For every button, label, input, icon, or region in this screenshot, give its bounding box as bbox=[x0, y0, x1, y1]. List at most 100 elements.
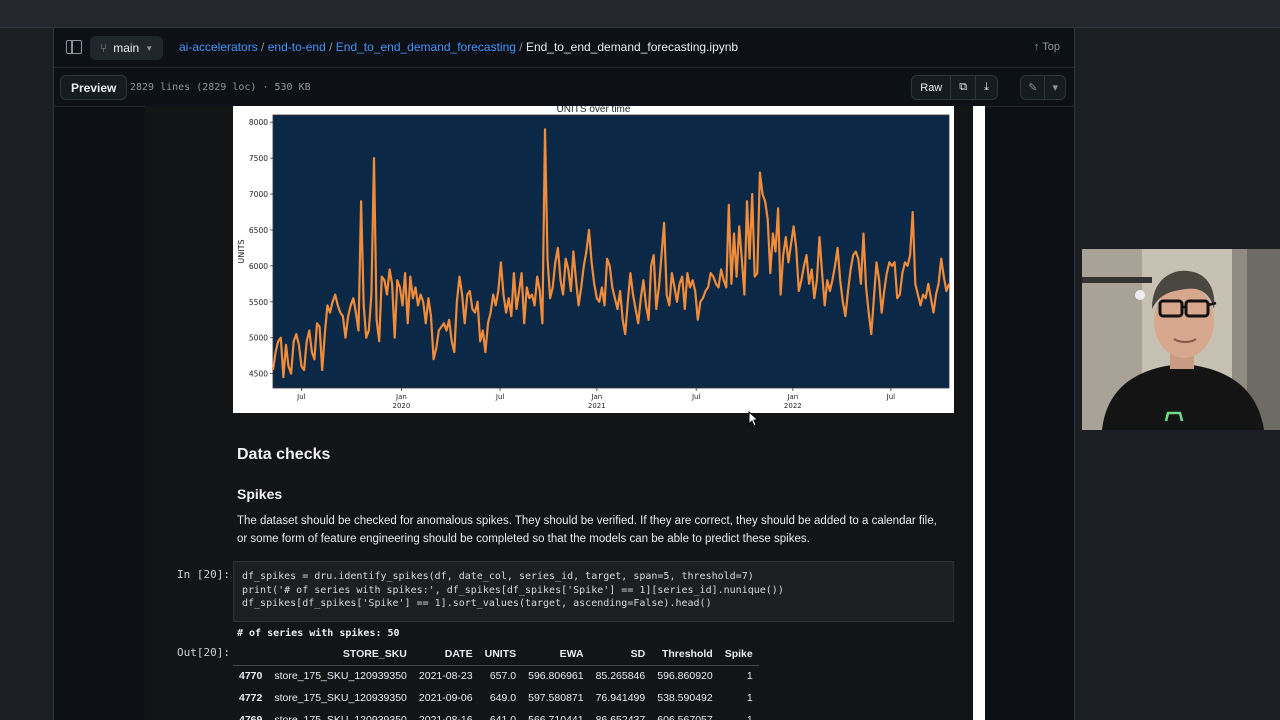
sidebar-toggle-icon[interactable] bbox=[66, 40, 82, 54]
x-tick-year-label: 2020 bbox=[393, 402, 411, 410]
code-line: df_spikes[df_spikes['Spike'] == 1].sort_… bbox=[242, 598, 712, 609]
column-header: Spike bbox=[718, 643, 759, 666]
breadcrumb: ai-accelerators / end-to-end / End_to_en… bbox=[179, 40, 738, 54]
breadcrumb-link-repo[interactable]: ai-accelerators bbox=[179, 40, 258, 54]
y-tick-label: 6000 bbox=[249, 262, 268, 271]
table-cell: 596.806961 bbox=[528, 670, 584, 683]
input-prompt: In [20]: bbox=[177, 568, 230, 581]
breadcrumb-separator: / bbox=[261, 40, 268, 54]
cell-stdout: # of series with spikes: 50 bbox=[237, 628, 400, 639]
x-tick-label: Jul bbox=[495, 393, 505, 401]
table-cell: 657.0 bbox=[489, 670, 517, 683]
x-tick-label: Jul bbox=[691, 393, 701, 401]
x-tick-label: Jan bbox=[786, 393, 798, 401]
y-tick-label: 5500 bbox=[249, 298, 268, 307]
table-cell: 85.265846 bbox=[595, 670, 646, 683]
branch-selector-button[interactable]: ⑂ main ▼ bbox=[90, 36, 164, 60]
browser-top-bar bbox=[0, 0, 1280, 28]
column-header: EWA bbox=[522, 643, 590, 666]
table-cell: 4769 bbox=[239, 714, 263, 720]
raw-button[interactable]: Raw bbox=[912, 76, 952, 99]
output-dataframe: STORE_SKU DATE UNITS EWA SD Threshold Sp… bbox=[233, 643, 759, 720]
back-to-top-button[interactable]: ↑ Top bbox=[1034, 41, 1060, 53]
section-heading: Data checks bbox=[237, 446, 331, 463]
edit-actions-group: ✎ ▾ bbox=[1020, 75, 1066, 100]
breadcrumb-separator: / bbox=[519, 40, 526, 54]
code-line: print('# of series with spikes:', df_spi… bbox=[242, 584, 784, 596]
column-header: DATE bbox=[412, 643, 479, 666]
table-cell: 2021-08-16 bbox=[418, 714, 473, 720]
table-cell: store_175_SKU_120939350 bbox=[274, 692, 407, 704]
table-cell: 1 bbox=[746, 714, 753, 720]
column-header bbox=[233, 643, 269, 666]
raw-actions-group: Raw ⧉ ⤓ bbox=[911, 75, 998, 100]
branch-name: main bbox=[113, 41, 140, 55]
table-cell: 2021-09-06 bbox=[418, 692, 473, 704]
y-tick-label: 6500 bbox=[249, 226, 268, 235]
table-cell: 649.0 bbox=[489, 692, 517, 704]
plot-area bbox=[272, 114, 950, 389]
y-tick-label: 4500 bbox=[249, 370, 268, 379]
table-cell: 76.941499 bbox=[595, 692, 646, 704]
copy-icon[interactable]: ⧉ bbox=[951, 76, 977, 99]
presenter-video-image bbox=[1082, 249, 1280, 430]
table-row: 4770 store_175_SKU_120939350 2021-08-23 … bbox=[233, 665, 759, 687]
code-line: df_spikes = dru.identify_spikes(df, date… bbox=[242, 571, 754, 582]
x-tick-year-label: 2022 bbox=[784, 402, 802, 410]
x-tick-year-label: 2021 bbox=[588, 402, 606, 410]
webcam-overlay bbox=[1082, 249, 1280, 430]
code-cell[interactable]: df_spikes = dru.identify_spikes(df, date… bbox=[233, 561, 954, 622]
x-tick-label: Jul bbox=[296, 393, 306, 401]
table-cell: 596.860920 bbox=[657, 670, 713, 683]
chevron-down-icon[interactable]: ▾ bbox=[1045, 76, 1065, 99]
back-to-top-label: Top bbox=[1042, 41, 1060, 53]
cursor-arrow-icon bbox=[748, 410, 760, 427]
table-header-row: STORE_SKU DATE UNITS EWA SD Threshold Sp… bbox=[233, 643, 759, 666]
output-prompt: Out[20]: bbox=[177, 646, 230, 659]
breadcrumb-link-folder[interactable]: end-to-end bbox=[268, 40, 326, 54]
chart-title: UNITS over time bbox=[556, 106, 631, 115]
table-cell: 606.567057 bbox=[657, 714, 713, 720]
table-cell: store_175_SKU_120939350 bbox=[274, 714, 407, 720]
table-cell: 1 bbox=[746, 670, 753, 683]
github-file-view: ⑂ main ▼ ai-accelerators / end-to-end / … bbox=[53, 28, 1075, 720]
git-branch-icon: ⑂ bbox=[100, 41, 108, 55]
table-cell: 566.710441 bbox=[528, 714, 584, 720]
breadcrumb-separator: / bbox=[329, 40, 336, 54]
preview-button[interactable]: Preview bbox=[60, 75, 128, 100]
description-paragraph: The dataset should be checked for anomal… bbox=[237, 515, 937, 545]
table-row: 4769 store_175_SKU_120939350 2021-08-16 … bbox=[233, 709, 759, 720]
download-icon[interactable]: ⤓ bbox=[976, 76, 997, 99]
y-tick-label: 8000 bbox=[249, 118, 268, 127]
subsection-heading: Spikes bbox=[237, 486, 283, 502]
table-cell: 4772 bbox=[239, 692, 263, 704]
table-cell: 597.580871 bbox=[528, 692, 584, 704]
table-cell: 538.590492 bbox=[657, 692, 713, 704]
column-header: STORE_SKU bbox=[268, 643, 413, 666]
table-cell: 86.652437 bbox=[595, 714, 646, 720]
pencil-icon[interactable]: ✎ bbox=[1021, 76, 1046, 99]
chevron-down-icon: ▼ bbox=[145, 43, 154, 53]
y-tick-label: 7000 bbox=[249, 190, 268, 199]
x-tick-label: Jan bbox=[395, 393, 407, 401]
breadcrumb-link-subfolder[interactable]: End_to_end_demand_forecasting bbox=[336, 40, 516, 54]
breadcrumb-bar: ⑂ main ▼ ai-accelerators / end-to-end / … bbox=[54, 28, 1074, 68]
file-meta: 2829 lines (2829 loc) · 530 KB bbox=[130, 82, 311, 93]
table-cell: 1 bbox=[746, 692, 753, 704]
arrow-up-icon: ↑ bbox=[1033, 41, 1040, 53]
notebook-render: 4500 5000 5500 6000 6500 7000 7500 8000 UNITS Jul… bbox=[145, 106, 985, 720]
file-toolbar: Preview 2829 lines (2829 loc) · 530 KB R… bbox=[54, 69, 1074, 107]
y-axis-label: UNITS bbox=[237, 239, 246, 263]
column-header: Threshold bbox=[651, 643, 719, 666]
table-cell: 2021-08-23 bbox=[418, 670, 473, 683]
x-tick-label: Jul bbox=[886, 393, 896, 401]
table-row: 4772 store_175_SKU_120939350 2021-09-06 … bbox=[233, 687, 759, 709]
x-tick-label: Jan bbox=[590, 393, 602, 401]
notebook-right-edge bbox=[973, 106, 985, 720]
breadcrumb-filename: End_to_end_demand_forecasting.ipynb bbox=[525, 40, 739, 54]
table-cell: 641.0 bbox=[489, 714, 517, 720]
units-over-time-chart: 4500 5000 5500 6000 6500 7000 7500 8000 UNITS Jul… bbox=[233, 106, 954, 413]
chart-svg: 4500 5000 5500 6000 6500 7000 7500 8000 UNITS Jul… bbox=[237, 114, 951, 410]
y-tick-label: 7500 bbox=[249, 154, 268, 163]
table-cell: 4770 bbox=[239, 670, 263, 683]
